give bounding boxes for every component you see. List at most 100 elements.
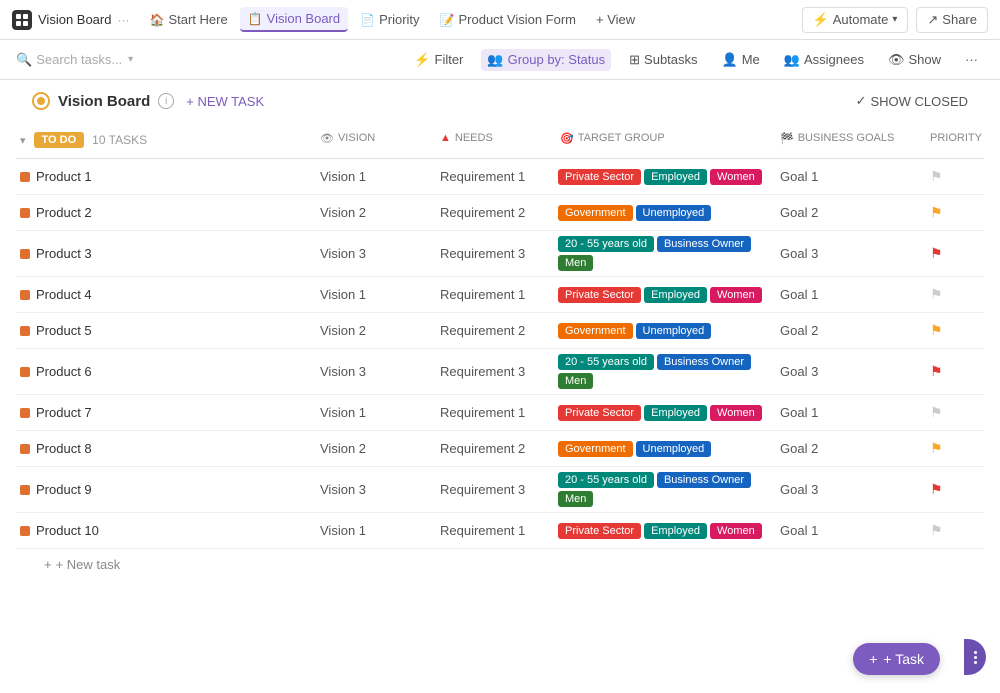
task-needs: Requirement 3 xyxy=(436,364,556,379)
task-name-cell: Product 2 xyxy=(16,205,316,220)
share-icon: ↗ xyxy=(927,12,938,28)
task-goal: Goal 1 xyxy=(776,287,926,302)
table-row[interactable]: Product 8 Vision 2Requirement 2Governmen… xyxy=(16,431,984,467)
task-name-cell: Product 8 xyxy=(16,441,316,456)
app-title: Vision Board xyxy=(38,12,111,27)
tag: Women xyxy=(710,169,762,185)
table-row[interactable]: Product 4 Vision 1Requirement 1Private S… xyxy=(16,277,984,313)
tag: Private Sector xyxy=(558,169,641,185)
task-goal: Goal 3 xyxy=(776,482,926,497)
subtasks-icon: ⊞ xyxy=(629,52,640,68)
search-placeholder: Search tasks... xyxy=(36,52,122,67)
nav-view[interactable]: + View xyxy=(588,8,643,31)
col-needs-header: ▲ NEEDS xyxy=(436,132,556,144)
assignees-icon: 👥 xyxy=(784,52,800,68)
nav-start-here[interactable]: 🏠 Start Here xyxy=(141,8,235,31)
task-priority: ⚑ xyxy=(926,204,984,221)
needs-header-label: NEEDS xyxy=(455,132,493,144)
status-circle[interactable] xyxy=(32,92,50,110)
col-vision-header: 👁 VISION xyxy=(316,132,436,145)
task-color-dot xyxy=(20,485,30,495)
task-needs: Requirement 1 xyxy=(436,523,556,538)
table-row[interactable]: Product 9 Vision 3Requirement 320 - 55 y… xyxy=(16,467,984,513)
task-target-group: 20 - 55 years oldBusiness OwnerMen xyxy=(556,472,776,507)
table-header: ▾ TO DO 10 TASKS 👁 VISION ▲ NEEDS 🎯 TARG… xyxy=(16,118,984,159)
nav-product-vision-form-label: Product Vision Form xyxy=(458,12,576,27)
task-name: Product 5 xyxy=(36,323,92,338)
table-container: Vision Board i + NEW TASK ✓ SHOW CLOSED … xyxy=(0,80,1000,572)
board-title: Vision Board xyxy=(58,93,150,110)
task-color-dot xyxy=(20,526,30,536)
table-row[interactable]: Product 7 Vision 1Requirement 1Private S… xyxy=(16,395,984,431)
nav-vision-board[interactable]: 📋 Vision Board xyxy=(240,7,348,32)
task-priority: ⚑ xyxy=(926,168,984,185)
task-name-cell: Product 5 xyxy=(16,323,316,338)
checkmark-icon: ✓ xyxy=(856,93,867,109)
tag: Business Owner xyxy=(657,354,751,370)
priority-flag-icon: ⚑ xyxy=(930,481,943,498)
task-needs: Requirement 2 xyxy=(436,441,556,456)
table-row[interactable]: Product 1 Vision 1Requirement 1Private S… xyxy=(16,159,984,195)
tag: Government xyxy=(558,323,633,339)
task-list: Product 1 Vision 1Requirement 1Private S… xyxy=(16,159,984,549)
eye-col-icon: 👁 xyxy=(320,132,334,145)
group-by-button[interactable]: 👥 Group by: Status xyxy=(481,49,611,71)
table-wrapper: ▾ TO DO 10 TASKS 👁 VISION ▲ NEEDS 🎯 TARG… xyxy=(16,118,984,572)
new-task-button[interactable]: + NEW TASK xyxy=(186,94,264,109)
needs-col-icon: ▲ xyxy=(440,132,451,144)
task-color-dot xyxy=(20,290,30,300)
show-closed-button[interactable]: ✓ SHOW CLOSED xyxy=(856,93,968,109)
table-row[interactable]: Product 2 Vision 2Requirement 2Governmen… xyxy=(16,195,984,231)
tag: Unemployed xyxy=(636,323,712,339)
priority-flag-icon: ⚑ xyxy=(930,168,943,185)
nav-priority[interactable]: 📄 Priority xyxy=(352,8,427,31)
task-vision: Vision 3 xyxy=(316,364,436,379)
task-priority: ⚑ xyxy=(926,286,984,303)
main-content: Vision Board i + NEW TASK ✓ SHOW CLOSED … xyxy=(0,80,1000,693)
info-icon[interactable]: i xyxy=(158,93,174,109)
assignees-button[interactable]: 👥 Assignees xyxy=(778,49,870,71)
add-task-row[interactable]: + + New task xyxy=(16,549,984,572)
search-icon: 🔍 xyxy=(16,52,32,68)
tag: Business Owner xyxy=(657,236,751,252)
tag: Private Sector xyxy=(558,405,641,421)
app-logo[interactable]: Vision Board ··· xyxy=(12,10,129,30)
more-options-button[interactable]: ··· xyxy=(959,49,984,70)
nav-product-vision-form[interactable]: 📝 Product Vision Form xyxy=(432,8,584,31)
automate-button[interactable]: ⚡ Automate ▾ xyxy=(802,7,909,33)
col-target-header: 🎯 TARGET GROUP xyxy=(556,132,776,145)
share-button[interactable]: ↗ Share xyxy=(916,7,988,33)
filter-button[interactable]: ⚡ Filter xyxy=(408,49,469,71)
list-icon: 📋 xyxy=(248,12,263,26)
show-button[interactable]: 👁 Show xyxy=(882,49,947,71)
group-toggle[interactable]: ▾ xyxy=(20,134,26,147)
task-vision: Vision 1 xyxy=(316,523,436,538)
table-row[interactable]: Product 10 Vision 1Requirement 1Private … xyxy=(16,513,984,549)
task-vision: Vision 2 xyxy=(316,323,436,338)
share-label: Share xyxy=(942,12,977,27)
nav-start-here-label: Start Here xyxy=(168,12,227,27)
table-row[interactable]: Product 6 Vision 3Requirement 320 - 55 y… xyxy=(16,349,984,395)
task-name: Product 10 xyxy=(36,523,99,538)
board-header: Vision Board i + NEW TASK ✓ SHOW CLOSED xyxy=(16,80,984,118)
me-button[interactable]: 👤 Me xyxy=(716,49,766,71)
priority-flag-icon: ⚑ xyxy=(930,322,943,339)
task-priority: ⚑ xyxy=(926,322,984,339)
nav-right: ⚡ Automate ▾ ↗ Share xyxy=(802,7,988,33)
task-name: Product 4 xyxy=(36,287,92,302)
task-goal: Goal 2 xyxy=(776,205,926,220)
task-vision: Vision 3 xyxy=(316,246,436,261)
subtasks-button[interactable]: ⊞ Subtasks xyxy=(623,49,703,71)
fab-button[interactable]: + + Task xyxy=(853,643,940,675)
task-goal: Goal 2 xyxy=(776,441,926,456)
task-name-cell: Product 9 xyxy=(16,482,316,497)
nav-dots[interactable]: ··· xyxy=(117,13,129,27)
automate-label: Automate xyxy=(833,12,889,27)
table-row[interactable]: Product 5 Vision 2Requirement 2Governmen… xyxy=(16,313,984,349)
task-name-cell: Product 7 xyxy=(16,405,316,420)
group-count: 10 TASKS xyxy=(92,133,147,147)
top-nav: Vision Board ··· 🏠 Start Here 📋 Vision B… xyxy=(0,0,1000,40)
table-row[interactable]: Product 3 Vision 3Requirement 320 - 55 y… xyxy=(16,231,984,277)
tag: Unemployed xyxy=(636,205,712,221)
search-box[interactable]: 🔍 Search tasks... ▾ xyxy=(16,52,400,68)
